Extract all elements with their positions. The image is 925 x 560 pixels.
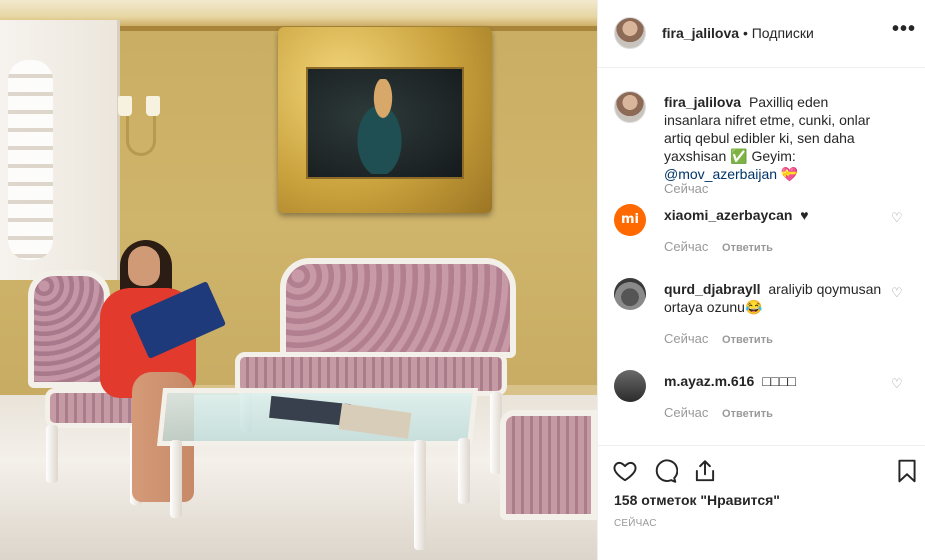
caption-trailing: 💝 (777, 166, 799, 182)
header-line: fira_jalilova • Подписки (662, 25, 814, 41)
armchair-back (28, 270, 110, 388)
comment-avatar[interactable]: mi (614, 204, 646, 236)
author-username[interactable]: fira_jalilova (662, 25, 739, 41)
post-header: fira_jalilova • Подписки ••• (598, 0, 925, 68)
caption: fira_jalilova Paxilliq eden insanlara ni… (664, 93, 889, 183)
post-panel: fira_jalilova • Подписки ••• fira_jalilo… (597, 0, 925, 560)
table-leg (170, 440, 182, 518)
reply-button[interactable]: Ответить (722, 408, 773, 420)
comment-time: Сейчас (664, 331, 709, 346)
comment-like-heart-icon[interactable]: ♡ (891, 212, 903, 225)
comment-time: Сейчас (664, 405, 709, 420)
right-armchair (500, 410, 597, 520)
post-actions: 158 отметок "Нравится" СЕЙЧАС (598, 445, 925, 560)
post-time: СЕЙЧАС (614, 518, 657, 529)
comment-meta: Сейчас Ответить (664, 239, 773, 254)
comment-item: xiaomi_azerbaycan ♥ (664, 206, 889, 224)
comment-like-heart-icon[interactable]: ♡ (891, 378, 903, 391)
comment-item: m.ayaz.m.616 □□□□ (664, 372, 889, 390)
comment-text: □□□□ (762, 373, 797, 389)
picture-frame (278, 27, 492, 213)
bookmark-icon[interactable] (894, 458, 920, 484)
comment-username[interactable]: qurd_djabrayll (664, 281, 760, 297)
post-photo[interactable] (0, 0, 597, 560)
wall-ornament (8, 60, 53, 260)
comment-like-heart-icon[interactable]: ♡ (891, 287, 903, 300)
caption-avatar[interactable] (614, 91, 646, 123)
following-button[interactable]: Подписки (752, 25, 814, 41)
comment-item: qurd_djabrayll araliyib qoymusan ortaya … (664, 280, 889, 316)
woman-face (128, 246, 160, 286)
author-avatar[interactable] (614, 17, 646, 49)
painting (306, 67, 464, 179)
wall-panel (0, 20, 120, 280)
caption-username[interactable]: fira_jalilova (664, 94, 741, 110)
comment-meta: Сейчас Ответить (664, 331, 773, 346)
comment-meta: Сейчас Ответить (664, 405, 773, 420)
header-separator: • (742, 25, 748, 41)
reply-button[interactable]: Ответить (722, 242, 773, 254)
wall-sconce (118, 96, 164, 166)
share-icon[interactable] (692, 458, 718, 484)
comment-avatar[interactable] (614, 370, 646, 402)
comment-username[interactable]: m.ayaz.m.616 (664, 373, 754, 389)
painting-figure (348, 79, 418, 174)
table-leg (458, 438, 470, 504)
likes-count[interactable]: 158 отметок "Нравится" (614, 492, 780, 508)
caption-time: Сейчас (664, 181, 709, 196)
comment-text: ♥ (800, 207, 809, 223)
chair-leg (46, 425, 58, 483)
more-icon[interactable]: ••• (892, 18, 916, 41)
comment-icon[interactable] (652, 458, 678, 484)
caption-mention[interactable]: @mov_azerbaijan (664, 166, 777, 182)
comment-time: Сейчас (664, 239, 709, 254)
comment-username[interactable]: xiaomi_azerbaycan (664, 207, 792, 223)
comment-avatar[interactable] (614, 278, 646, 310)
sofa-back (280, 258, 516, 358)
xiaomi-logo: mi (620, 212, 639, 227)
table-leg (414, 440, 426, 550)
heart-icon[interactable] (612, 458, 638, 484)
reply-button[interactable]: Ответить (722, 334, 773, 346)
